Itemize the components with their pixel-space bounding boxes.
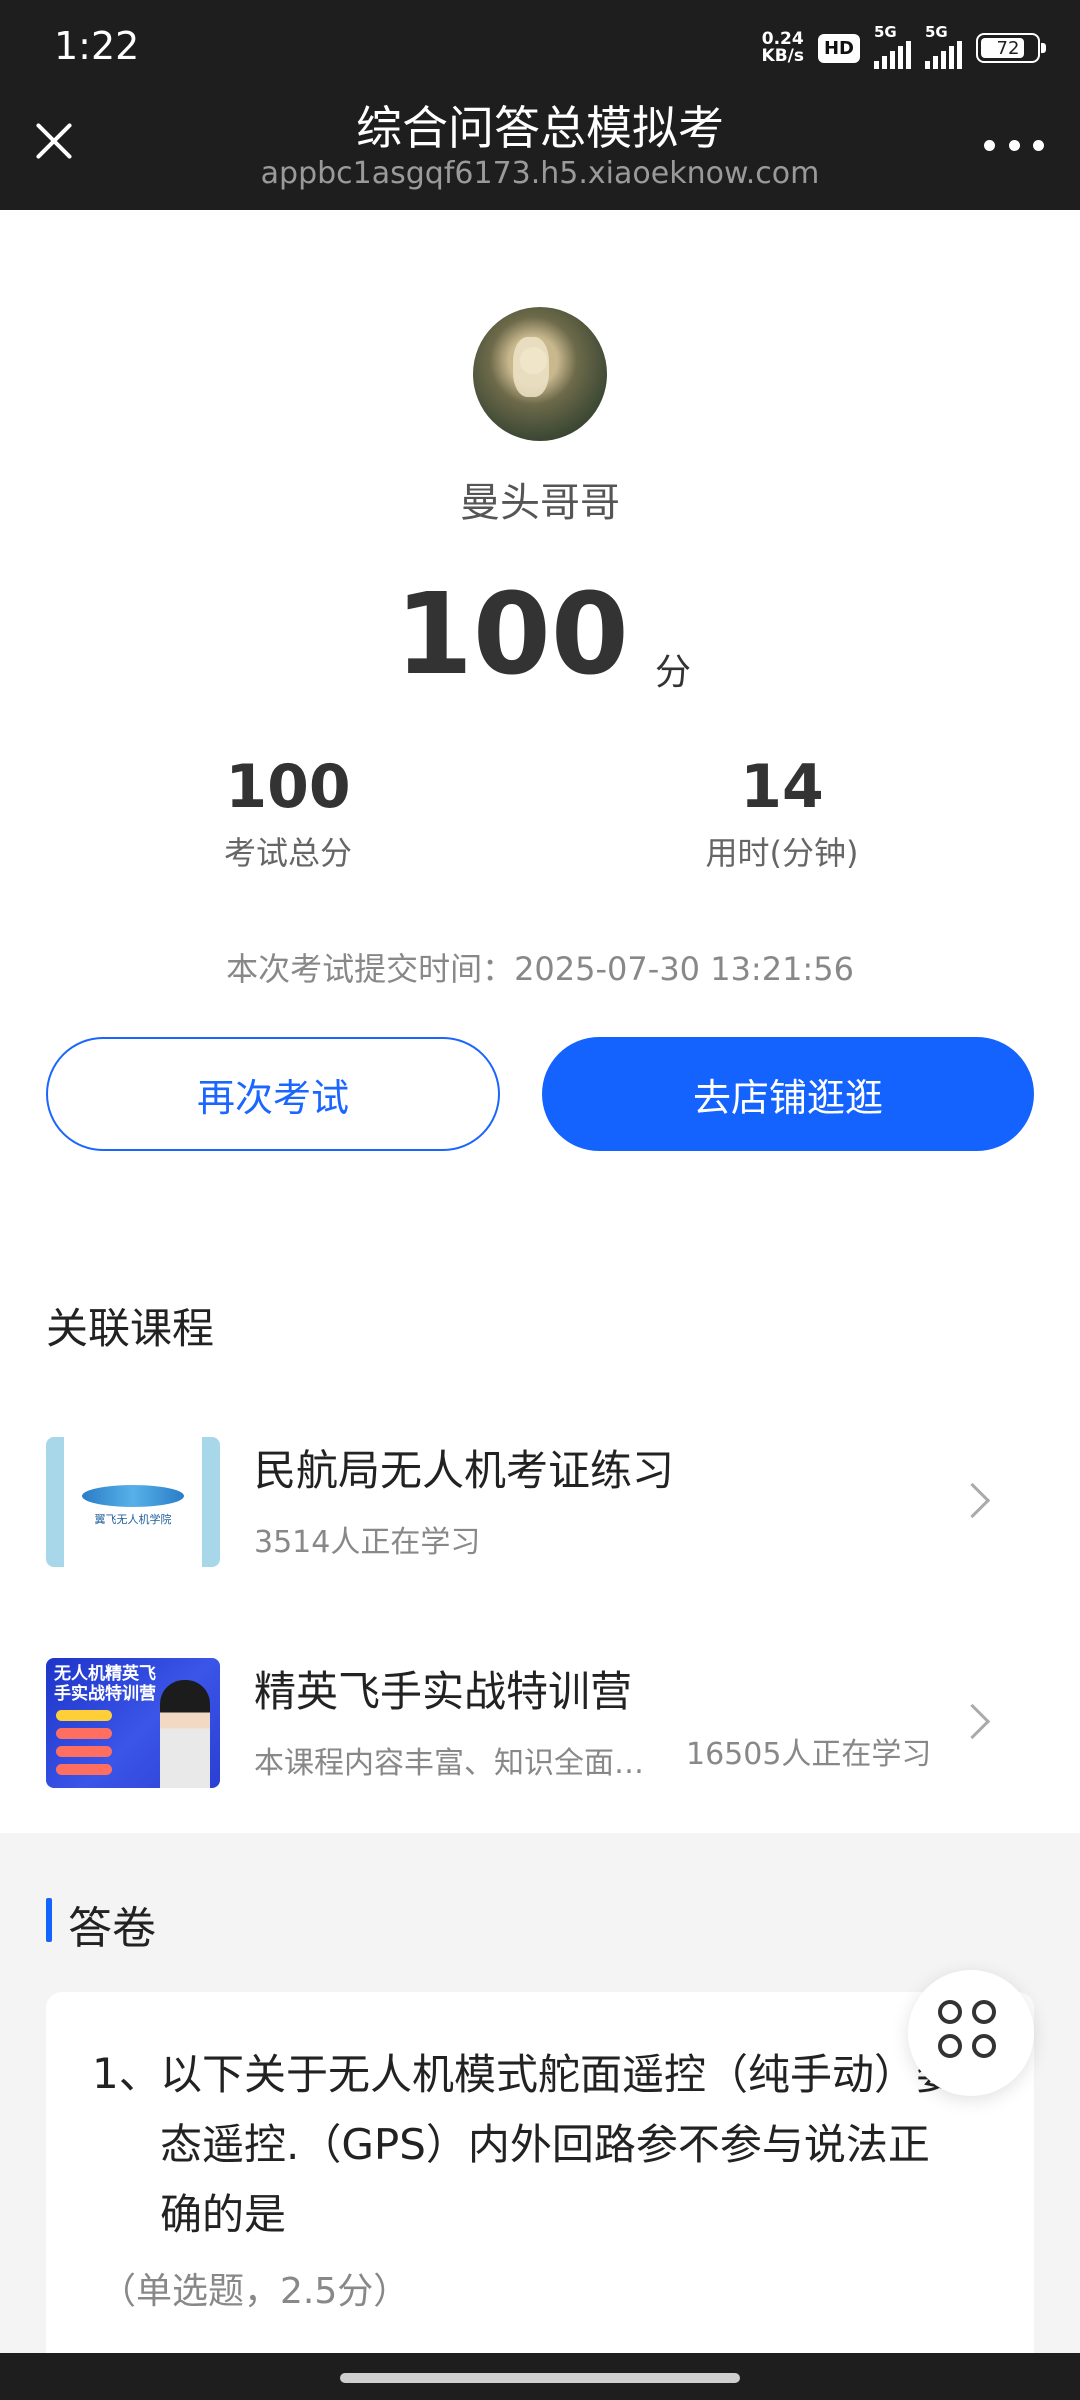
status-icons: 0.24 KB/s HD 5G 5G 72 xyxy=(761,23,1046,69)
chevron-right-icon xyxy=(958,1703,992,1737)
net-speed: 0.24 KB/s xyxy=(761,29,804,66)
top-bar: 1:22 0.24 KB/s HD 5G 5G 72 综合问答总模拟考 appb… xyxy=(0,0,1080,210)
status-time: 1:22 xyxy=(54,24,140,68)
question-text: 以下关于无人机模式舵面遥控（纯手动）姿态遥控.（GPS）内外回路参不参与说法正确… xyxy=(160,2050,959,2239)
course-thumbnail: 无人机精英飞手实战特训营 xyxy=(46,1658,220,1788)
submit-time: 本次考试提交时间：2025-07-30 13:21:56 xyxy=(226,950,854,988)
course-thumbnail: 翼飞无人机学院 xyxy=(46,1437,220,1567)
battery-icon: 72 xyxy=(976,33,1046,63)
course-name: 民航局无人机考证练习 xyxy=(254,1446,675,1495)
home-indicator[interactable] xyxy=(340,2373,740,2383)
hd-icon: HD xyxy=(817,33,860,63)
course-name: 精英飞手实战特训营 xyxy=(254,1667,633,1716)
total-score-value: 100 xyxy=(225,752,351,822)
question-type: （单选题，2.5分） xyxy=(100,2271,410,2312)
signal-icon-2: 5G xyxy=(925,23,962,69)
course-learners: 3514人正在学习 xyxy=(254,1525,481,1560)
related-courses-title: 关联课程 xyxy=(46,1304,215,1353)
course-learners: 16505人正在学习 xyxy=(686,1737,932,1772)
more-icon[interactable] xyxy=(984,130,1044,160)
username: 曼头哥哥 xyxy=(460,480,620,526)
page-url: appbc1asgqf6173.h5.xiaoeknow.com xyxy=(260,156,820,191)
answer-card-menu-icon[interactable] xyxy=(908,1970,1034,2096)
time-used-value: 14 xyxy=(740,752,824,822)
time-used-label: 用时(分钟) xyxy=(705,834,859,872)
retry-exam-button[interactable]: 再次考试 xyxy=(46,1037,500,1151)
signal-icon: 5G xyxy=(874,23,911,69)
section-accent-bar xyxy=(46,1898,52,1942)
total-score-stat: 100 考试总分 xyxy=(138,752,438,874)
chevron-right-icon xyxy=(958,1482,992,1516)
avatar xyxy=(473,307,607,441)
total-score-label: 考试总分 xyxy=(223,834,352,872)
score-unit: 分 xyxy=(655,652,692,693)
course-item[interactable]: 翼飞无人机学院 民航局无人机考证练习 3514人正在学习 xyxy=(46,1437,1046,1567)
time-used-stat: 14 用时(分钟) xyxy=(632,752,932,874)
score-value: 100 xyxy=(395,570,629,700)
course-description: 本课程内容丰富、知识全面… xyxy=(254,1746,644,1781)
visit-shop-button[interactable]: 去店铺逛逛 xyxy=(542,1037,1034,1151)
question-number: 1、 xyxy=(92,2049,161,2098)
page-title: 综合问答总模拟考 xyxy=(356,101,724,155)
course-item[interactable]: 无人机精英飞手实战特训营 精英飞手实战特训营 本课程内容丰富、知识全面… 165… xyxy=(46,1658,1046,1788)
answer-sheet-title: 答卷 xyxy=(68,1903,156,1954)
